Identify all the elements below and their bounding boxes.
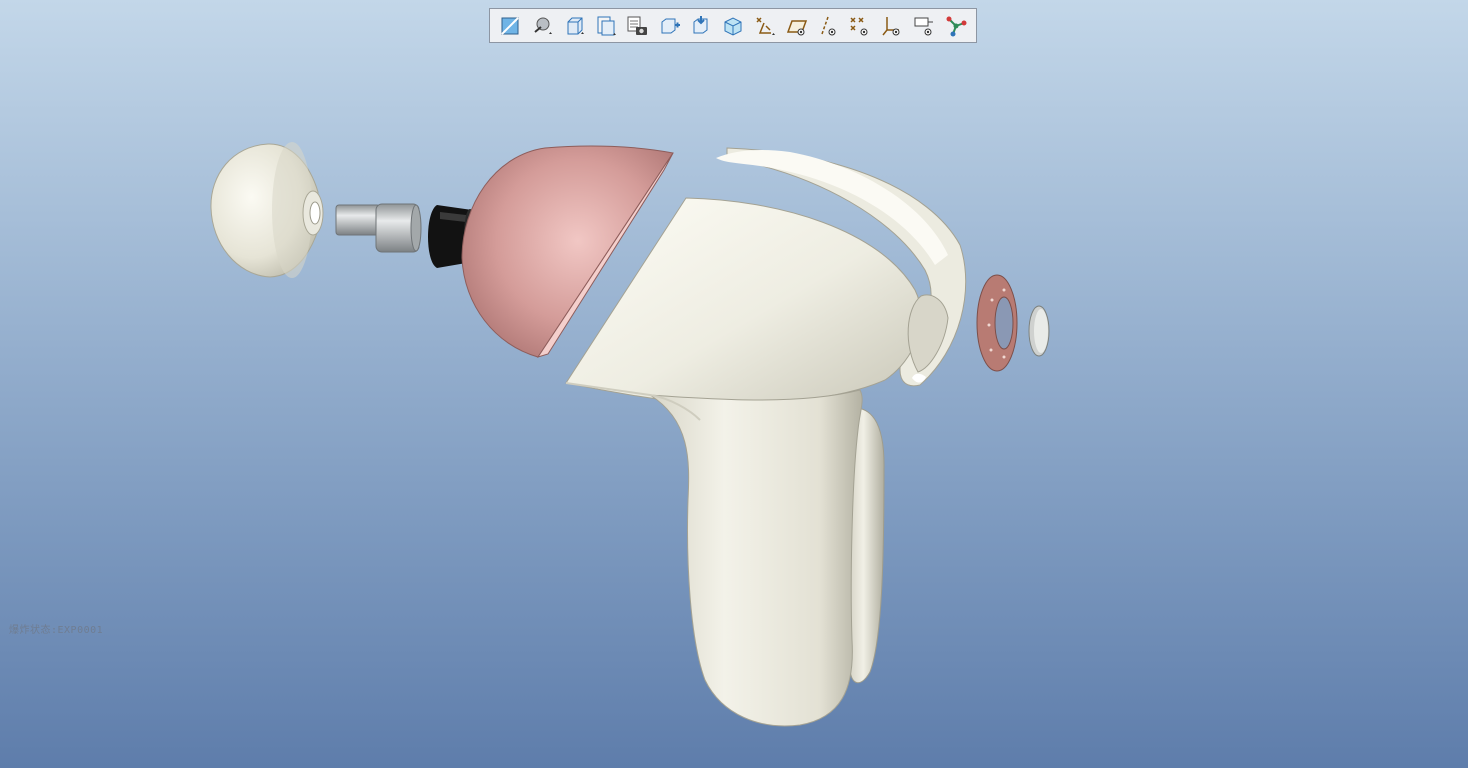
- view-manager-icon[interactable]: [593, 13, 619, 39]
- display-style-icon[interactable]: [529, 13, 555, 39]
- perspective-view-icon[interactable]: [720, 13, 746, 39]
- graphics-toolbar: [489, 8, 977, 43]
- massage-head[interactable]: [210, 142, 324, 278]
- spin-center-icon[interactable]: [943, 13, 969, 39]
- axis-display-icon[interactable]: [815, 13, 841, 39]
- annotation-display-icon[interactable]: [911, 13, 937, 39]
- end-cap[interactable]: [1028, 305, 1050, 357]
- point-display-icon[interactable]: [847, 13, 873, 39]
- explode-state-label: 爆炸状态:EXP0001: [9, 625, 104, 636]
- plane-display-icon[interactable]: [784, 13, 810, 39]
- saved-views-icon[interactable]: [561, 13, 587, 39]
- zoom-in-icon[interactable]: [656, 13, 682, 39]
- main-housing[interactable]: [565, 147, 967, 727]
- zoom-out-icon[interactable]: [688, 13, 714, 39]
- appearance-gallery-icon[interactable]: [624, 13, 650, 39]
- metal-shaft[interactable]: [335, 203, 422, 253]
- csys-display-icon[interactable]: [879, 13, 905, 39]
- model-viewport[interactable]: [0, 0, 1468, 768]
- gasket-ring[interactable]: [976, 274, 1018, 372]
- refit-icon[interactable]: [497, 13, 523, 39]
- datum-display-filters-icon[interactable]: [752, 13, 778, 39]
